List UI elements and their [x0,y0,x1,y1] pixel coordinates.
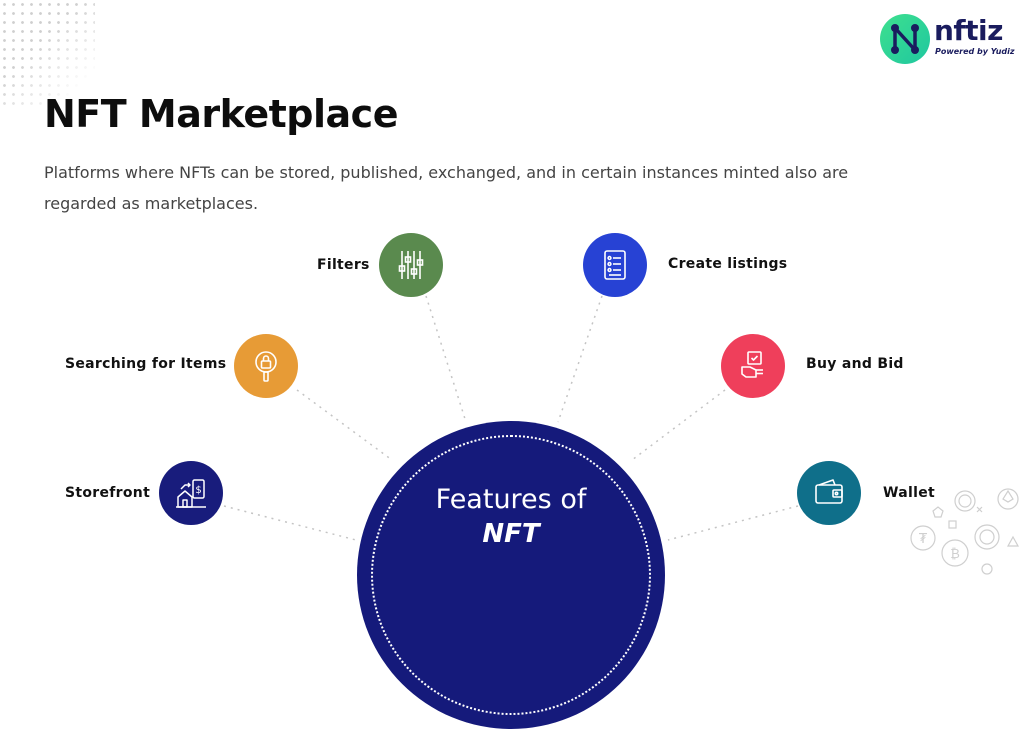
feature-node-storefront[interactable]: $ [159,461,223,525]
features-hub: Features of NFT [357,421,665,729]
feature-label-searching: Searching for Items [65,356,227,372]
crypto-coins-decoration-icon: ₮ ₿ [910,488,1020,575]
hand-bid-icon [741,351,763,378]
feature-label-storefront: Storefront [65,485,151,501]
hub-subtitle: NFT [482,519,540,549]
feature-label-buy-bid: Buy and Bid [806,356,904,372]
feature-label-create-listings: Create listings [668,256,788,272]
sliders-icon [398,251,424,279]
feature-label-filters: Filters [317,257,370,273]
feature-node-wallet[interactable] [797,461,861,525]
feature-node-filters[interactable] [379,233,443,297]
hub-dotted-ring [371,435,651,715]
store-dollar-icon: $ [176,479,206,508]
connector-filters [425,295,467,423]
connector-searching [296,389,393,461]
svg-text:$: $ [195,485,201,496]
feature-node-buy-bid[interactable] [721,334,785,398]
feature-node-create-listings[interactable] [583,233,647,297]
wallet-icon [815,479,843,504]
svg-text:₿: ₿ [950,547,960,562]
svg-text:₮: ₮ [919,532,928,547]
magnifier-lock-icon [255,351,277,382]
checklist-icon [604,250,626,280]
connector-buy-bid [631,389,726,461]
connector-wallet [667,505,799,541]
feature-node-searching[interactable] [234,334,298,398]
connector-create-listings [557,295,603,423]
hub-title: Features of [435,484,587,515]
connector-storefront [223,505,357,541]
